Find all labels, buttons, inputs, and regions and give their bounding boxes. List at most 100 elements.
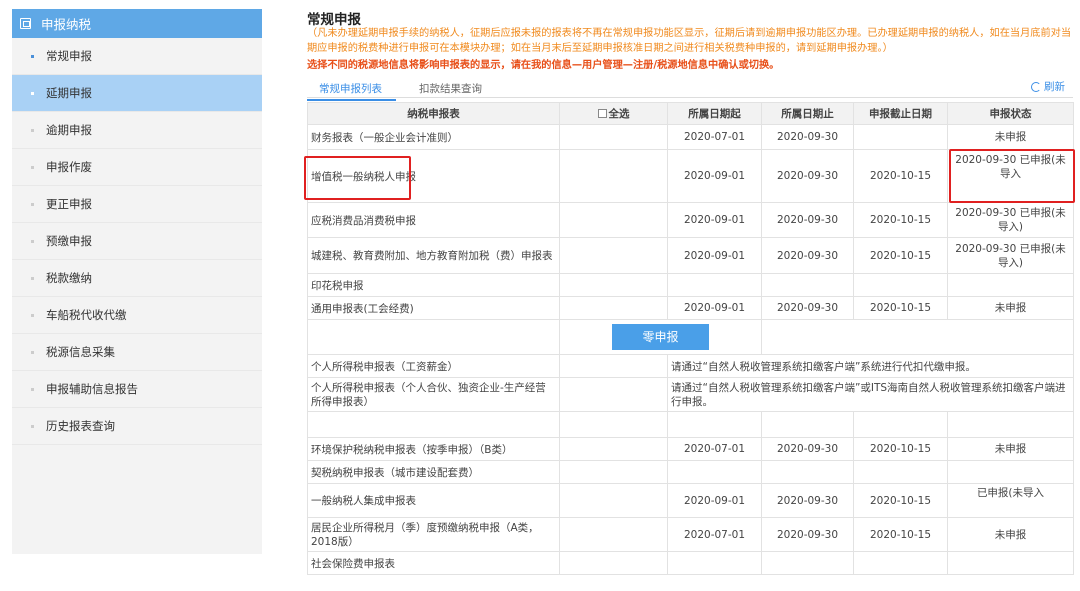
date-start: 2020-09-01	[667, 483, 762, 518]
select-cell	[559, 437, 668, 461]
deadline: 2020-10-15	[853, 437, 948, 461]
table-row[interactable]: 财务报表（一般企业会计准则） 2020-07-01 2020-09-30 未申报	[307, 124, 1074, 150]
tab-regular-list[interactable]: 常规申报列表	[307, 81, 396, 101]
table-row[interactable]: 通用申报表(工会经费) 2020-09-01 2020-09-30 2020-1…	[307, 296, 1074, 320]
deadline: 2020-10-15	[853, 296, 948, 320]
form-name[interactable]: 契税纳税申报表（城市建设配套费）	[307, 460, 560, 484]
sidebar-item-label: 延期申报	[46, 86, 92, 100]
date-start: 2020-07-01	[667, 517, 762, 552]
form-name[interactable]: 城建税、教育费附加、地方教育附加税（费）申报表	[307, 237, 560, 274]
bullet-icon	[31, 276, 34, 280]
tab-bar: 常规申报列表 扣款结果查询 刷新	[307, 78, 1073, 101]
empty-cell	[853, 411, 948, 438]
date-end: 2020-09-30	[761, 483, 854, 518]
empty-cell	[307, 319, 560, 355]
form-name[interactable]: 印花税申报	[307, 273, 560, 297]
table-row[interactable]: 个人所得税申报表（个人合伙、独资企业-生产经营所得申报表） 请通过“自然人税收管…	[307, 377, 1074, 412]
select-all[interactable]: 全选	[559, 102, 668, 125]
bullet-icon	[31, 202, 34, 206]
sidebar-item-auxiliary-report[interactable]: 申报辅助信息报告	[12, 371, 262, 408]
date-start: 2020-09-01	[667, 149, 762, 203]
row-note: 请通过“自然人税收管理系统扣缴客户端”或ITS海南自然人税收管理系统扣缴客户端进…	[667, 377, 1074, 412]
sidebar-item-regular-declaration[interactable]: 常规申报	[12, 38, 262, 75]
form-name[interactable]: 通用申报表(工会经费)	[307, 296, 560, 320]
select-all-label: 全选	[608, 108, 630, 120]
table-row[interactable]: 城建税、教育费附加、地方教育附加税（费）申报表 2020-09-01 2020-…	[307, 237, 1074, 274]
form-name[interactable]: 财务报表（一般企业会计准则）	[307, 124, 560, 150]
table-row[interactable]: 一般纳税人集成申报表 2020-09-01 2020-09-30 2020-10…	[307, 483, 1074, 518]
status	[947, 273, 1074, 297]
status: 未申报	[947, 437, 1074, 461]
page-title: 常规申报	[307, 12, 361, 28]
select-cell	[559, 460, 668, 484]
form-name[interactable]: 个人所得税申报表（工资薪金）	[307, 354, 560, 378]
form-name[interactable]: 一般纳税人集成申报表	[307, 483, 560, 518]
sidebar-item-prepay-declaration[interactable]: 预缴申报	[12, 223, 262, 260]
table-header-row: 纳税申报表 全选 所属日期起 所属日期止 申报截止日期 申报状态	[307, 102, 1074, 125]
table-row[interactable]: 个人所得税申报表（工资薪金） 请通过“自然人税收管理系统扣缴客户端”系统进行代扣…	[307, 354, 1074, 378]
sidebar-item-extended-declaration[interactable]: 延期申报	[12, 75, 262, 112]
tax-module-icon	[20, 18, 31, 29]
bullet-icon	[31, 424, 34, 428]
deadline: 2020-10-15	[853, 517, 948, 552]
zero-declaration-row: 零申报	[307, 319, 1074, 355]
bullet-icon	[31, 239, 34, 243]
form-name[interactable]: 社会保险费申报表	[307, 551, 560, 575]
sidebar-item-overdue-declaration[interactable]: 逾期申报	[12, 112, 262, 149]
table-row[interactable]: 应税消费品消费税申报 2020-09-01 2020-09-30 2020-10…	[307, 202, 1074, 238]
status: 未申报	[947, 124, 1074, 150]
date-end: 2020-09-30	[761, 296, 854, 320]
status: 未申报	[947, 296, 1074, 320]
notice-text: （凡未办理延期申报手续的纳税人，征期后应报未报的报表将不再在常规申报功能区显示，…	[307, 28, 1072, 54]
sidebar-header[interactable]: 申报纳税	[12, 9, 262, 38]
sidebar-item-label: 逾期申报	[46, 123, 92, 137]
form-name[interactable]: 环境保护税纳税申报表（按季申报）（B类）	[307, 437, 560, 461]
refresh-label: 刷新	[1044, 81, 1065, 93]
select-cell	[559, 237, 668, 274]
sidebar-item-vehicle-tax[interactable]: 车船税代收代缴	[12, 297, 262, 334]
table-row[interactable]: 契税纳税申报表（城市建设配套费）	[307, 460, 1074, 484]
bullet-icon	[31, 165, 34, 169]
sidebar-item-tax-source-collection[interactable]: 税源信息采集	[12, 334, 262, 371]
select-all-checkbox[interactable]	[597, 109, 607, 118]
date-start: 2020-07-01	[667, 124, 762, 150]
form-name[interactable]: 个人所得税申报表（个人合伙、独资企业-生产经营所得申报表）	[307, 377, 560, 412]
date-start: 2020-09-01	[667, 202, 762, 238]
bullet-icon	[31, 387, 34, 391]
sidebar-item-correct-declaration[interactable]: 更正申报	[12, 186, 262, 223]
spacer-row	[307, 411, 1074, 438]
refresh-button[interactable]: 刷新	[1031, 79, 1065, 94]
date-end: 2020-09-30	[761, 437, 854, 461]
select-cell	[559, 273, 668, 297]
empty-cell	[559, 411, 668, 438]
notice-suffix: 中确认或切换。	[708, 60, 780, 71]
date-end	[761, 460, 854, 484]
table-row[interactable]: 印花税申报	[307, 273, 1074, 297]
date-start	[667, 460, 762, 484]
form-name[interactable]: 居民企业所得税月（季）度预缴纳税申报（A类，2018版）	[307, 517, 560, 552]
deadline: 2020-10-15	[853, 149, 948, 203]
select-cell	[559, 354, 668, 378]
select-cell	[559, 483, 668, 518]
date-end: 2020-09-30	[761, 124, 854, 150]
select-cell	[559, 124, 668, 150]
user-management-link[interactable]: 我的信息—用户管理—注册/税源地信息	[531, 60, 708, 71]
sidebar-item-void-declaration[interactable]: 申报作废	[12, 149, 262, 186]
sidebar-item-history-query[interactable]: 历史报表查询	[12, 408, 262, 445]
deadline: 2020-10-15	[853, 237, 948, 274]
table-row[interactable]: 环境保护税纳税申报表（按季申报）（B类） 2020-07-01 2020-09-…	[307, 437, 1074, 461]
deadline	[853, 460, 948, 484]
sidebar-item-label: 税款缴纳	[46, 271, 92, 285]
deadline	[853, 124, 948, 150]
table-row[interactable]: 居民企业所得税月（季）度预缴纳税申报（A类，2018版） 2020-07-01 …	[307, 517, 1074, 552]
form-name[interactable]: 应税消费品消费税申报	[307, 202, 560, 238]
zero-declaration-button[interactable]: 零申报	[612, 324, 709, 350]
sidebar-item-tax-payment[interactable]: 税款缴纳	[12, 260, 262, 297]
date-end	[761, 273, 854, 297]
table-row[interactable]: 社会保险费申报表	[307, 551, 1074, 575]
date-end: 2020-09-30	[761, 149, 854, 203]
date-start	[667, 273, 762, 297]
select-cell	[559, 202, 668, 238]
date-start: 2020-09-01	[667, 237, 762, 274]
tab-deduction-result[interactable]: 扣款结果查询	[419, 81, 482, 96]
